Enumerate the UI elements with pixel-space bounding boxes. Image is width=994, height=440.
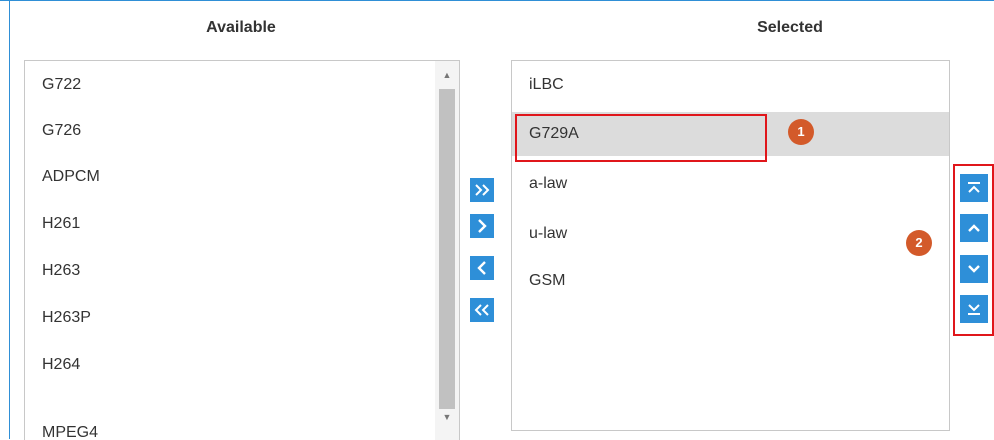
chevron-up-icon: [968, 224, 980, 232]
chevron-down-icon: [968, 265, 980, 273]
add-selected-button[interactable]: [470, 214, 494, 238]
arrow-to-top-icon: [968, 182, 980, 193]
list-item-g722[interactable]: G722: [25, 63, 435, 107]
double-chevron-left-icon: [474, 304, 489, 316]
scroll-up-arrow-icon[interactable]: ▲: [435, 65, 459, 85]
scrollbar-thumb[interactable]: [439, 89, 455, 409]
scroll-down-arrow-icon[interactable]: ▼: [435, 407, 459, 427]
arrow-to-bottom-icon: [968, 304, 980, 315]
remove-all-button[interactable]: [470, 298, 494, 322]
available-list[interactable]: G722 G726 ADPCM H261 H263 H263P H264 MPE…: [24, 60, 460, 440]
chevron-right-icon: [478, 219, 487, 233]
available-scrollbar[interactable]: ▲ ▼: [435, 61, 459, 440]
move-to-top-button[interactable]: [960, 174, 988, 202]
selected-header: Selected: [757, 19, 823, 36]
double-chevron-right-icon: [475, 184, 490, 196]
list-item-h263[interactable]: H263: [25, 249, 435, 293]
frame-top-border: [0, 0, 994, 1]
list-item-g726[interactable]: G726: [25, 109, 435, 153]
add-all-button[interactable]: [470, 178, 494, 202]
list-item-h261[interactable]: H261: [25, 202, 435, 246]
frame-left-border: [9, 0, 10, 439]
move-to-bottom-button[interactable]: [960, 295, 988, 323]
list-item-h264[interactable]: H264: [25, 343, 435, 387]
move-down-button[interactable]: [960, 255, 988, 283]
list-item-h263p[interactable]: H263P: [25, 296, 435, 340]
highlight-box-selected-item: [515, 114, 767, 162]
list-item-mpeg4[interactable]: MPEG4: [25, 411, 435, 440]
list-item-ilbc[interactable]: iLBC: [512, 63, 949, 107]
marker-1: 1: [788, 119, 814, 145]
list-item-adpcm[interactable]: ADPCM: [25, 155, 435, 199]
list-item-gsm[interactable]: GSM: [512, 259, 949, 303]
available-header: Available: [206, 19, 276, 36]
chevron-left-icon: [477, 261, 486, 275]
list-item-a-law[interactable]: a-law: [512, 162, 949, 206]
list-item-u-law[interactable]: u-law: [512, 212, 949, 256]
remove-selected-button[interactable]: [470, 256, 494, 280]
move-up-button[interactable]: [960, 214, 988, 242]
marker-2: 2: [906, 230, 932, 256]
